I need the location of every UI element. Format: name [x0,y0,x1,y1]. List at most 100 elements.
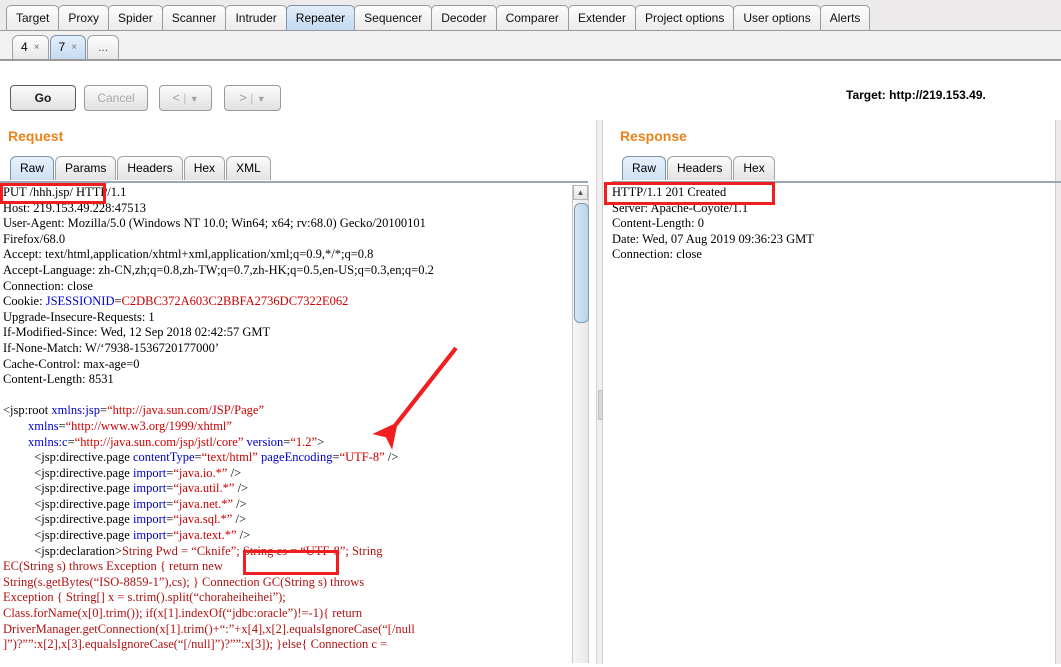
tab-label: Hex [743,161,765,175]
main-tab-label: Comparer [505,11,559,25]
main-tab-sequencer[interactable]: Sequencer [354,5,433,30]
splitter-grip[interactable] [598,390,603,420]
scrollbar-thumb[interactable] [574,203,589,323]
response-tab-raw[interactable]: Raw [622,156,667,180]
annotation-box-cknife-password [243,550,339,575]
main-tab-label: User options [743,11,811,25]
main-tab-label: Repeater [295,11,346,25]
xml-value: “http://www.w3.org/1999/xhtml” [65,418,232,433]
chevron-down-icon: ▼ [256,94,266,104]
cookie-equals: = [114,294,122,309]
tab-label: Headers [677,161,723,175]
target-label: Target: http://219.153.49. [846,88,986,102]
cookie-name: JSESSIONID [45,294,115,309]
main-tab-extender[interactable]: Extender [567,5,636,30]
main-tab-label: Scanner [171,11,217,25]
main-tab-proxy[interactable]: Proxy [58,5,110,30]
request-tab-xml[interactable]: XML [226,156,271,180]
right-edge-filler [1055,120,1061,667]
main-tab-label: Target [16,11,50,25]
main-tab-decoder[interactable]: Decoder [431,5,497,30]
main-tab-repeater[interactable]: Repeater [285,5,356,30]
request-tabs: Raw Params Headers Hex XML [10,156,272,180]
xml-value: “1.2” [290,434,318,449]
main-tab-label: Extender [577,11,626,25]
sub-tab-label: ... [98,40,109,54]
xml-value: “java.sql.*” [173,512,233,527]
button-separator: | [183,91,187,105]
xml-attribute: version [246,434,284,449]
request-tab-headers[interactable]: Headers [117,156,183,180]
xml-close: /> [236,528,251,543]
main-tab-target[interactable]: Target [6,5,60,30]
main-tab-alerts[interactable]: Alerts [819,5,871,30]
chevron-left-icon: < [172,90,180,105]
xml-equals: = [100,403,108,418]
main-tab-scanner[interactable]: Scanner [161,5,227,30]
tab-label: Headers [127,161,173,175]
tab-label: Raw [20,161,45,175]
request-panel-title: Request [8,128,64,144]
xml-close: /> [232,512,247,527]
repeater-sub-tab-moremoremore[interactable]: ... [87,35,120,59]
xml-close: /> [227,465,242,480]
xml-attribute: pageEncoding [260,450,333,465]
main-tab-label: Proxy [68,11,100,25]
xml-attribute: xmlns:c [28,434,68,449]
chevron-down-icon: ▼ [189,94,199,104]
main-tab-label: Project options [644,11,725,25]
main-tab-label: Intruder [235,11,277,25]
xml-tag: <jsp:directive.page [34,450,133,465]
xml-close: /> [233,496,247,511]
xml-equals: = [194,450,202,465]
request-scrollbar[interactable]: ▲ [572,185,589,663]
response-editor[interactable]: HTTP/1.1 201 Created Server: Apache-Coyo… [612,185,1052,663]
xml-value: “UTF-8” [339,450,385,465]
main-tab-intruder[interactable]: Intruder [225,5,287,30]
response-tab-hex[interactable]: Hex [733,156,775,180]
annotation-box-request-line [0,183,106,204]
go-button[interactable]: Go [10,85,76,111]
jsp-body-code-text: EC(String s) throws Exception { return n… [3,559,415,652]
xml-attribute: import [132,512,167,527]
response-tabs: Raw Headers Hex [622,156,776,180]
main-tab-bar: Target Proxy Spider Scanner Intruder Repeater… [0,0,1061,31]
xml-tag: <jsp:directive.page [34,465,133,480]
xml-tag: <jsp:root [3,403,52,418]
response-panel-title: Response [620,128,687,144]
xml-value: “java.util.*” [173,481,235,496]
request-tab-hex[interactable]: Hex [183,156,226,180]
request-tab-params[interactable]: Params [55,156,117,180]
close-icon[interactable]: × [71,36,77,59]
repeater-sub-tab-bar: 4 × 7 ×... [0,31,1061,61]
tab-label: XML [236,161,261,175]
xml-tag: <jsp:directive.page [34,528,133,543]
forward-history-button[interactable]: > | ▼ [224,85,281,111]
xml-value: “http://java.sun.com/jsp/jstl/core” [74,434,244,449]
xml-value: “java.text.*” [173,528,237,543]
annotation-arrow-icon [372,346,458,450]
request-editor[interactable]: PUT /hhh.jsp/ HTTP/1.1 Host: 219.153.49.… [3,185,569,663]
tab-label: Raw [632,161,657,175]
repeater-sub-tab-4[interactable]: 4 × [12,35,49,59]
xml-value: “http://java.sun.com/JSP/Page” [107,403,264,418]
main-tab-comparer[interactable]: Comparer [495,5,569,30]
xml-attribute: xmlns [28,418,59,433]
xml-attribute: import [132,496,167,511]
close-icon[interactable]: × [34,36,40,59]
repeater-sub-tab-7[interactable]: 7 × [49,35,87,59]
request-tab-raw[interactable]: Raw [10,156,55,180]
xml-value: “text/html” [201,450,258,465]
xml-attribute: xmlns:jsp [51,403,100,418]
xml-tag: <jsp:directive.page [34,496,133,511]
cancel-button[interactable]: Cancel [84,85,148,111]
main-tab-spider[interactable]: Spider [108,5,163,30]
panel-splitter[interactable] [596,120,603,667]
main-tab-user-options[interactable]: User options [733,5,821,30]
back-history-button[interactable]: < | ▼ [159,85,212,111]
xml-attribute: import [132,481,167,496]
main-tab-project-options[interactable]: Project options [634,5,735,30]
main-tab-label: Alerts [829,11,861,25]
response-tab-headers[interactable]: Headers [667,156,733,180]
scroll-up-icon[interactable]: ▲ [573,185,588,200]
